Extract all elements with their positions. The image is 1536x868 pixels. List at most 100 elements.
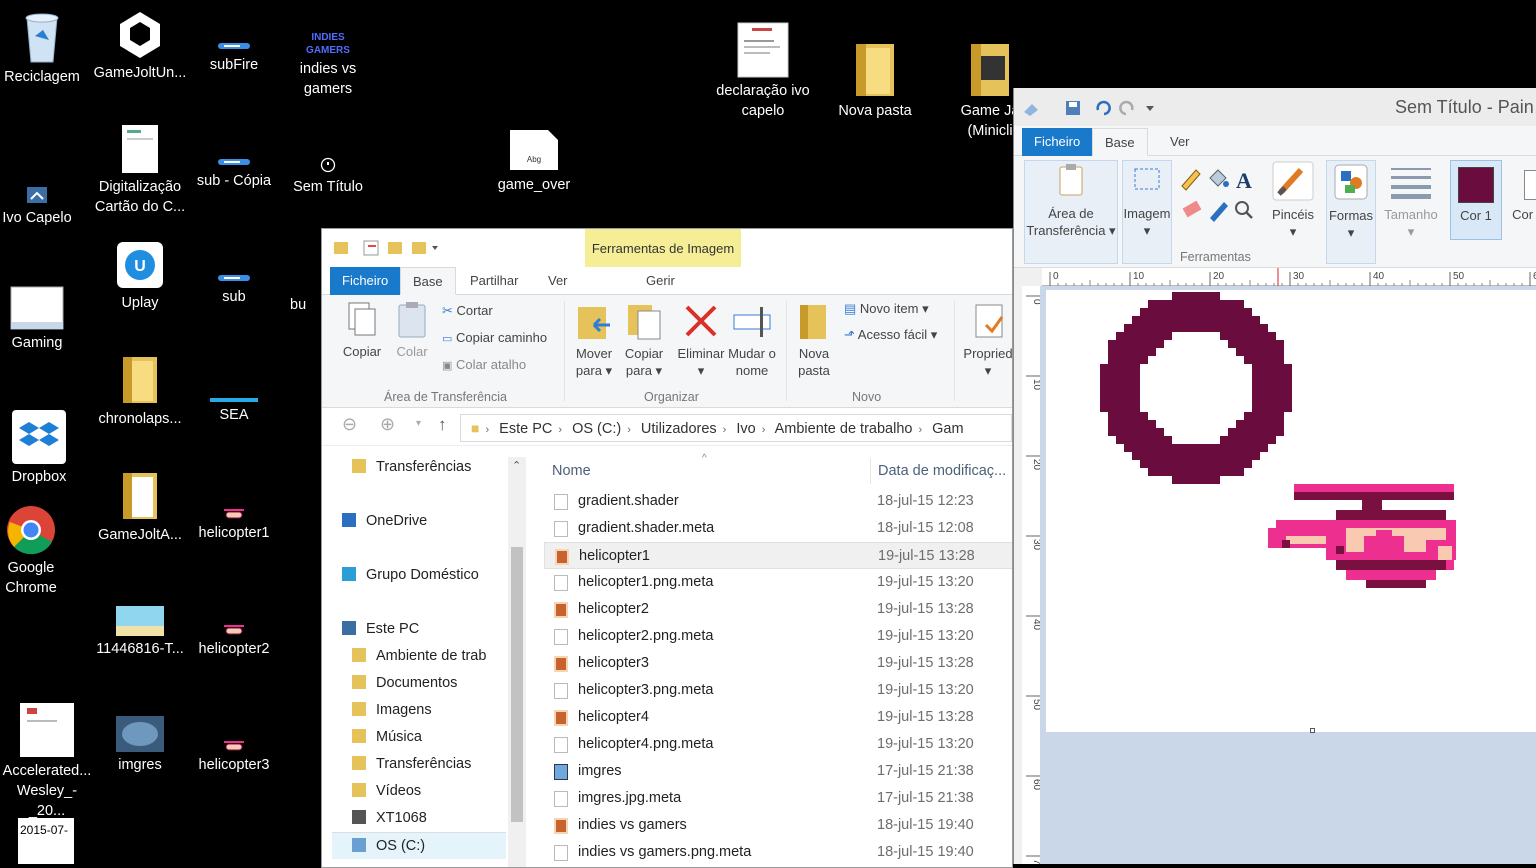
scroll-up-icon[interactable]: ⌃ [512, 459, 521, 472]
desktop-icon-dropbox[interactable]: Dropbox [0, 410, 87, 487]
nav-item[interactable]: Este PC [332, 616, 506, 643]
file-row[interactable]: helicopter4 19-jul-15 13:28 [544, 704, 1012, 731]
breadcrumb-item[interactable]: OS (C:) [572, 421, 621, 437]
size-button[interactable]: Tamanho ▾ [1380, 160, 1442, 240]
properties-button[interactable]: Propried ▾ [960, 301, 1012, 379]
delete-button[interactable]: Eliminar ▾ [676, 301, 726, 379]
desktop-icon-uplay[interactable]: U Uplay [92, 240, 188, 313]
nav-item[interactable]: Ambiente de trab [332, 643, 506, 670]
tab-home[interactable]: Base [400, 267, 456, 295]
desktop-icon-helicopter1[interactable]: helicopter1 [186, 508, 282, 543]
address-bar[interactable]: ■ › Este PC › OS (C:) › Utilizadores › Ivo › … [460, 414, 1012, 442]
move-to-button[interactable]: Mover para ▾ [572, 301, 616, 379]
nav-item[interactable]: Grupo Doméstico [332, 562, 506, 589]
desktop-icon-gaming[interactable]: Gaming [0, 286, 85, 353]
forward-arrow-icon[interactable]: ⊕ [380, 414, 395, 435]
file-explorer-window[interactable]: Ferramentas de Imagem Ficheiro Base Part… [321, 228, 1013, 868]
breadcrumb-item[interactable]: Este PC [499, 421, 552, 437]
nav-item[interactable]: Transferências [332, 751, 506, 778]
file-row[interactable]: helicopter1.png.meta 19-jul-15 13:20 [544, 569, 1012, 596]
paste-button[interactable]: Colar [392, 301, 432, 360]
nav-item[interactable]: Música [332, 724, 506, 751]
tools-palette[interactable]: A [1178, 164, 1260, 228]
desktop-icon-2015-07[interactable]: 2015-07- [18, 818, 74, 864]
color1-button[interactable]: Cor 1 [1450, 160, 1502, 240]
file-row[interactable]: gradient.shader 18-jul-15 12:23 [544, 488, 1012, 515]
paint-window[interactable]: Sem Título - Pain Ficheiro Base Ver Área… [1013, 88, 1536, 864]
breadcrumb-item[interactable]: Utilizadores [641, 421, 717, 437]
scrollbar-thumb[interactable] [511, 547, 523, 822]
desktop-icon-helicopter3[interactable]: helicopter3 [186, 740, 282, 775]
file-row[interactable]: helicopter4.png.meta 19-jul-15 13:20 [544, 731, 1012, 758]
paint-titlebar[interactable]: Sem Título - Pain [1014, 88, 1536, 126]
file-row[interactable]: helicopter1 19-jul-15 13:28 [544, 542, 1012, 569]
desktop-icon-indies-vs-gamers[interactable]: INDIES GAMERS indies vs gamers [280, 28, 376, 99]
desktop-icon-sub[interactable]: sub [186, 272, 282, 307]
copy-button[interactable]: Copiar [338, 301, 386, 360]
desktop-icon-sem-titulo[interactable]: Sem Título [280, 156, 376, 197]
image-button[interactable]: Imagem ▾ [1122, 160, 1172, 264]
desktop-icon-gamejolt-unity[interactable]: GameJoltUn... [92, 8, 188, 83]
file-row[interactable]: helicopter3.png.meta 19-jul-15 13:20 [544, 677, 1012, 704]
desktop-icon-subfire[interactable]: subFire [186, 40, 282, 75]
nav-item[interactable]: Transferências [332, 454, 506, 481]
nav-item[interactable]: Documentos [332, 670, 506, 697]
tab-file[interactable]: Ficheiro [330, 267, 401, 295]
file-row[interactable]: imgres.jpg.meta 17-jul-15 21:38 [544, 785, 1012, 812]
tab-view[interactable]: Ver [536, 267, 580, 295]
desktop-icon-sub-copia[interactable]: sub - Cópia [186, 156, 282, 191]
quick-access-toolbar[interactable] [332, 239, 442, 257]
rename-button[interactable]: Mudar o nome [726, 301, 778, 379]
desktop-icon-google-chrome[interactable]: Google Chrome [0, 505, 79, 598]
nav-scrollbar[interactable]: ⌃ [508, 457, 526, 867]
explorer-titlebar[interactable]: Ferramentas de Imagem [322, 229, 1012, 267]
column-name[interactable]: Nome [552, 454, 591, 488]
desktop-icon-nova-pasta[interactable]: Nova pasta [827, 40, 923, 121]
desktop-icon-11446816[interactable]: 11446816-T... [92, 606, 188, 659]
desktop-icon-imgres[interactable]: imgres [92, 716, 188, 775]
new-folder-button[interactable]: Nova pasta [792, 301, 836, 379]
file-row[interactable]: indies vs gamers.png.meta 18-jul-15 19:40 [544, 839, 1012, 866]
file-row[interactable]: helicopter3 19-jul-15 13:28 [544, 650, 1012, 677]
easy-access-button[interactable]: ⬏ Acesso fácil ▾ [844, 325, 937, 345]
nav-item[interactable]: OS (C:) [332, 832, 506, 859]
brushes-button[interactable]: Pincéis ▾ [1266, 160, 1320, 240]
cut-button[interactable]: ✂ Cortar [442, 301, 493, 321]
desktop-icon-game-over[interactable]: Abg game_over [486, 128, 582, 195]
recent-dropdown-icon[interactable]: ▾ [416, 418, 421, 429]
file-row[interactable]: gradient.shader.meta 18-jul-15 12:08 [544, 515, 1012, 542]
color2-button[interactable]: Cor 2 [1508, 160, 1536, 240]
file-row[interactable]: helicopter2 19-jul-15 13:28 [544, 596, 1012, 623]
new-item-button[interactable]: ▤ Novo item ▾ [844, 299, 929, 319]
breadcrumb-item[interactable]: Ambiente de trabalho [775, 421, 913, 437]
desktop-icon-recycle-bin[interactable]: Reciclagem [0, 8, 90, 87]
breadcrumb-item[interactable]: Ivo [736, 421, 755, 437]
file-row[interactable]: imgres 17-jul-15 21:38 [544, 758, 1012, 785]
nav-item[interactable]: OneDrive [332, 508, 506, 535]
desktop-icon-gamejolt-a[interactable]: GameJoltA... [92, 470, 188, 545]
nav-item[interactable]: Imagens [332, 697, 506, 724]
shapes-button[interactable]: Formas ▾ [1326, 160, 1376, 264]
clipboard-button[interactable]: Área de Transferência ▾ [1024, 160, 1118, 264]
back-arrow-icon[interactable]: ⊖ [342, 414, 357, 435]
paint-canvas[interactable] [1046, 290, 1536, 732]
file-row[interactable]: helicopter2.png.meta 19-jul-15 13:20 [544, 623, 1012, 650]
up-arrow-icon[interactable]: ↑ [438, 415, 447, 435]
nav-item[interactable]: XT1068 [332, 805, 506, 832]
desktop-icon-sea[interactable]: SEA [186, 398, 282, 425]
copy-to-button[interactable]: Copiar para ▾ [622, 301, 666, 379]
tab-manage[interactable]: Gerir [634, 267, 687, 295]
desktop-icon-helicopter2[interactable]: helicopter2 [186, 624, 282, 659]
paste-shortcut-button[interactable]: ▣ Colar atalho [442, 355, 526, 376]
breadcrumb-item[interactable]: Gam [932, 421, 963, 437]
nav-item[interactable]: Vídeos [332, 778, 506, 805]
canvas-resize-handle[interactable] [1310, 728, 1315, 733]
desktop-icon-declaracao[interactable]: declaração ivo capelo [715, 22, 811, 121]
desktop-icon-accelerated[interactable]: Accelerated... Wesley_-_20... [0, 702, 95, 821]
column-date[interactable]: Data de modificaç... [878, 454, 1006, 488]
tab-share[interactable]: Partilhar [458, 267, 530, 295]
file-row[interactable]: indies vs gamers 18-jul-15 19:40 [544, 812, 1012, 839]
paint-quick-access-toolbar[interactable] [1022, 98, 1162, 118]
paint-tab-file[interactable]: Ficheiro [1022, 128, 1093, 156]
desktop-icon-ivo-capelo[interactable]: Ivo Capelo [0, 185, 85, 228]
